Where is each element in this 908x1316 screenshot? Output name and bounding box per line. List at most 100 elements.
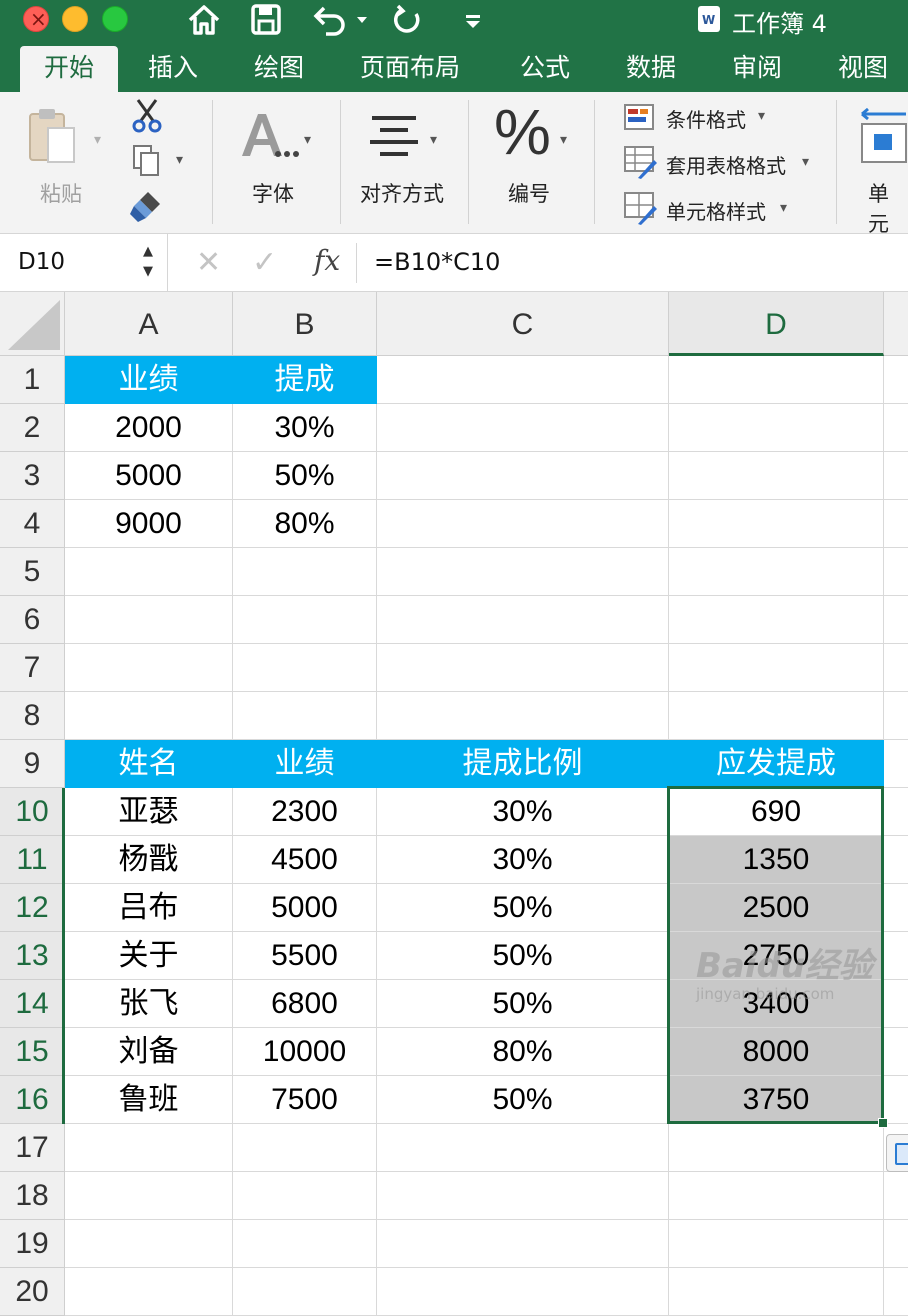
format-painter-icon[interactable] xyxy=(128,188,164,224)
cell[interactable] xyxy=(377,1220,669,1268)
cell[interactable] xyxy=(377,1172,669,1220)
row-header-14[interactable]: 14 xyxy=(0,980,65,1028)
cell[interactable] xyxy=(884,884,908,932)
cell[interactable] xyxy=(377,1124,669,1172)
table2-data-cell[interactable]: 关于 xyxy=(65,932,233,980)
row-header-13[interactable]: 13 xyxy=(0,932,65,980)
table2-data-cell[interactable]: 30% xyxy=(377,788,669,836)
cut-icon[interactable] xyxy=(130,98,164,134)
cell[interactable] xyxy=(65,1124,233,1172)
cell[interactable] xyxy=(233,1124,377,1172)
cell-style-label[interactable]: 单元格样式 xyxy=(666,196,766,225)
tab-draw[interactable]: 绘图 xyxy=(254,46,304,92)
tab-data[interactable]: 数据 xyxy=(626,46,676,92)
table2-data-cell[interactable]: 张飞 xyxy=(65,980,233,1028)
cell[interactable] xyxy=(233,548,377,596)
cell[interactable] xyxy=(377,356,669,404)
row-header-1[interactable]: 1 xyxy=(0,356,65,404)
row-header-20[interactable]: 20 xyxy=(0,1268,65,1316)
cell[interactable] xyxy=(233,692,377,740)
autofill-options-icon[interactable] xyxy=(886,1134,908,1172)
cell[interactable] xyxy=(669,596,884,644)
cell[interactable] xyxy=(884,452,908,500)
row-header-16[interactable]: 16 xyxy=(0,1076,65,1124)
cell[interactable] xyxy=(377,404,669,452)
paste-icon[interactable] xyxy=(26,106,78,168)
row-header-2[interactable]: 2 xyxy=(0,404,65,452)
table2-data-cell[interactable]: 50% xyxy=(377,980,669,1028)
row-header-17[interactable]: 17 xyxy=(0,1124,65,1172)
table2-data-cell[interactable]: 5000 xyxy=(233,884,377,932)
column-header-e[interactable] xyxy=(884,292,908,356)
table2-data-cell[interactable]: 10000 xyxy=(233,1028,377,1076)
commission-cell[interactable]: 3750 xyxy=(669,1076,884,1124)
cell[interactable] xyxy=(884,1172,908,1220)
table2-data-cell[interactable]: 30% xyxy=(377,836,669,884)
cell[interactable] xyxy=(377,1268,669,1316)
table2-data-cell[interactable]: 50% xyxy=(377,884,669,932)
cell[interactable] xyxy=(669,452,884,500)
cell[interactable] xyxy=(884,548,908,596)
table2-data-cell[interactable]: 吕布 xyxy=(65,884,233,932)
row-header-19[interactable]: 19 xyxy=(0,1220,65,1268)
undo-icon[interactable] xyxy=(310,2,350,38)
commission-cell[interactable]: 2500 xyxy=(669,884,884,932)
close-window-button[interactable] xyxy=(23,6,49,32)
table1-data-cell[interactable]: 5000 xyxy=(65,452,233,500)
cell[interactable] xyxy=(377,644,669,692)
table1-data-cell[interactable]: 30% xyxy=(233,404,377,452)
cell[interactable] xyxy=(377,452,669,500)
align-dropdown-icon[interactable]: ▾ xyxy=(430,132,437,148)
table2-data-cell[interactable]: 杨戬 xyxy=(65,836,233,884)
cell[interactable] xyxy=(65,644,233,692)
row-header-6[interactable]: 6 xyxy=(0,596,65,644)
cell[interactable] xyxy=(669,548,884,596)
cell[interactable] xyxy=(65,692,233,740)
table2-data-cell[interactable]: 50% xyxy=(377,1076,669,1124)
table2-data-cell[interactable]: 刘备 xyxy=(65,1028,233,1076)
select-all-corner[interactable] xyxy=(0,292,65,356)
cell[interactable] xyxy=(884,1220,908,1268)
cell[interactable] xyxy=(669,356,884,404)
fill-handle[interactable] xyxy=(878,1118,888,1128)
cell[interactable] xyxy=(377,596,669,644)
table1-header-cell[interactable]: 业绩 xyxy=(65,356,233,404)
font-icon[interactable] xyxy=(238,110,300,162)
cell[interactable] xyxy=(669,644,884,692)
row-header-10[interactable]: 10 xyxy=(0,788,65,836)
table2-header-cell[interactable]: 应发提成 xyxy=(669,740,884,788)
cell[interactable] xyxy=(377,548,669,596)
cell[interactable] xyxy=(884,692,908,740)
cell[interactable] xyxy=(669,1268,884,1316)
table2-header-cell[interactable]: 提成比例 xyxy=(377,740,669,788)
cell[interactable] xyxy=(884,788,908,836)
paste-dropdown-icon[interactable]: ▾ xyxy=(94,132,101,148)
table2-data-cell[interactable]: 4500 xyxy=(233,836,377,884)
minimize-window-button[interactable] xyxy=(62,6,88,32)
table2-data-cell[interactable]: 7500 xyxy=(233,1076,377,1124)
confirm-formula-icon[interactable]: ✓ xyxy=(252,245,277,280)
row-header-8[interactable]: 8 xyxy=(0,692,65,740)
cell[interactable] xyxy=(884,1268,908,1316)
row-header-18[interactable]: 18 xyxy=(0,1172,65,1220)
table2-data-cell[interactable]: 6800 xyxy=(233,980,377,1028)
row-header-7[interactable]: 7 xyxy=(0,644,65,692)
table1-header-cell[interactable]: 提成 xyxy=(233,356,377,404)
formula-input[interactable]: =B10*C10 xyxy=(374,248,500,276)
cell-style-icon[interactable] xyxy=(624,192,658,226)
row-header-3[interactable]: 3 xyxy=(0,452,65,500)
cell[interactable] xyxy=(884,932,908,980)
cell[interactable] xyxy=(669,500,884,548)
home-icon[interactable] xyxy=(186,2,222,38)
cell[interactable] xyxy=(884,596,908,644)
tab-home[interactable]: 开始 xyxy=(20,46,118,92)
row-header-9[interactable]: 9 xyxy=(0,740,65,788)
table1-data-cell[interactable]: 50% xyxy=(233,452,377,500)
row-header-4[interactable]: 4 xyxy=(0,500,65,548)
cell[interactable] xyxy=(669,404,884,452)
cell[interactable] xyxy=(65,596,233,644)
name-box-stepper-icon[interactable]: ▲ ▼ xyxy=(143,242,153,282)
font-dropdown-icon[interactable]: ▾ xyxy=(304,132,311,148)
row-header-12[interactable]: 12 xyxy=(0,884,65,932)
cell[interactable] xyxy=(377,692,669,740)
